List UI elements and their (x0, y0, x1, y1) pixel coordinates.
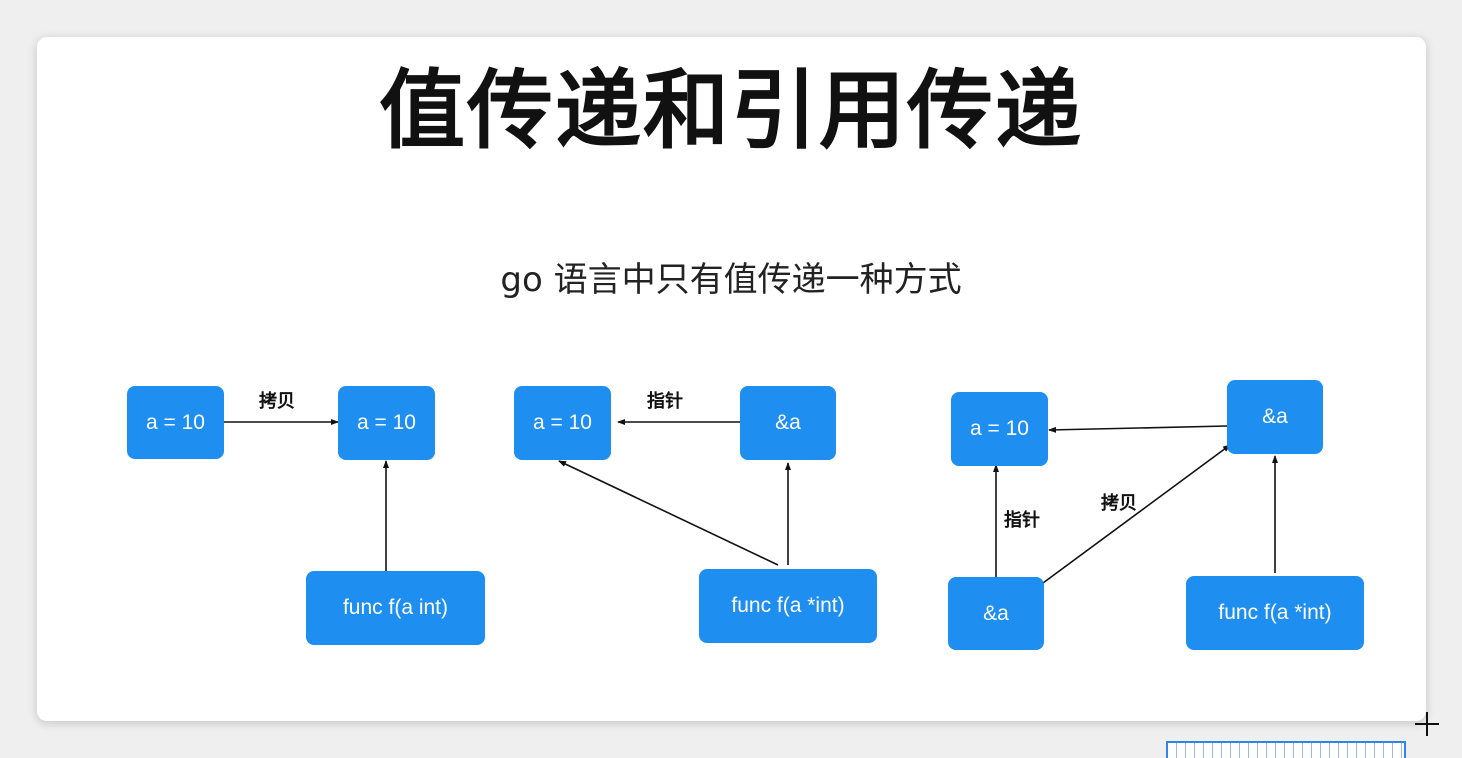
d2-value-node: a = 10 (514, 386, 611, 460)
d3-pointer-node-bottom: &a (948, 577, 1044, 650)
d1-left-node: a = 10 (127, 386, 224, 459)
d2-func-node: func f(a *int) (699, 569, 877, 643)
d2-edge-label-pointer: 指针 (647, 391, 683, 412)
d1-edge-label-copy: 拷贝 (259, 391, 295, 412)
d3-edge-label-copy: 拷贝 (1101, 493, 1137, 514)
d1-right-node: a = 10 (338, 386, 435, 460)
edge-func-to-a-2 (558, 460, 779, 566)
ruler-widget[interactable] (1166, 741, 1406, 758)
edge-copy-3 (1042, 444, 1231, 584)
d3-pointer-node-top: &a (1227, 380, 1323, 454)
d2-pointer-node: &a (740, 386, 836, 460)
d3-edge-label-pointer: 指针 (1004, 510, 1040, 531)
d3-value-node: a = 10 (951, 392, 1048, 466)
edge-ptr-to-a-3 (1048, 425, 1228, 433)
d1-func-node: func f(a int) (306, 571, 485, 645)
crosshair-cursor-icon (1415, 712, 1439, 736)
d3-func-node: func f(a *int) (1186, 576, 1364, 650)
